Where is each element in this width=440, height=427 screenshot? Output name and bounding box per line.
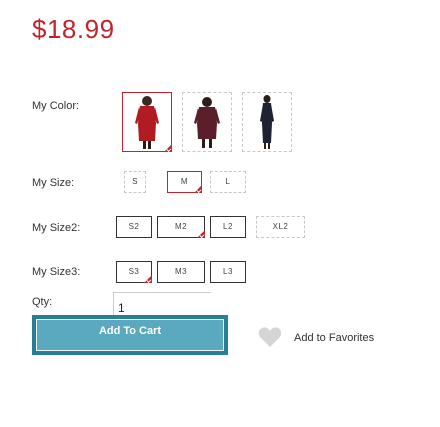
selected-check-icon xyxy=(194,185,202,193)
add-to-cart-button[interactable]: Add To Cart xyxy=(36,319,224,351)
product-price: $18.99 xyxy=(32,14,115,44)
selected-check-icon xyxy=(197,230,205,238)
size3-option-s3[interactable]: S3 xyxy=(116,261,152,283)
selected-check-icon xyxy=(164,144,172,152)
size3-option-l3[interactable]: L3 xyxy=(210,261,246,283)
navy-dress-image xyxy=(260,95,274,149)
add-to-favorites-link[interactable]: Add to Favorites xyxy=(294,332,374,344)
qty-label: Qty: xyxy=(32,296,53,308)
color-swatch-navy[interactable] xyxy=(242,92,292,152)
size2-option-s2[interactable]: S2 xyxy=(116,216,152,238)
size2-option-l2[interactable]: L2 xyxy=(210,216,246,238)
heart-icon[interactable] xyxy=(258,326,282,348)
color-swatch-maroon[interactable] xyxy=(182,92,232,152)
size2-label: My Size2: xyxy=(32,222,81,234)
size-option-l[interactable]: L xyxy=(210,171,246,193)
size-option-s[interactable]: S xyxy=(124,171,146,193)
add-to-cart-frame: Add To Cart xyxy=(32,315,228,355)
size3-option-m3[interactable]: M3 xyxy=(157,261,205,283)
size-option-m[interactable]: M xyxy=(167,171,202,193)
size3-option-s3-label: S3 xyxy=(128,267,140,276)
color-swatch-red[interactable] xyxy=(122,92,172,152)
size2-option-xl2[interactable]: XL2 xyxy=(256,216,305,238)
size2-option-m2[interactable]: M2 xyxy=(157,216,205,238)
size-option-m-label: M xyxy=(180,177,189,186)
size2-option-m2-label: M2 xyxy=(174,222,188,231)
selected-check-icon xyxy=(144,275,152,283)
color-label: My Color: xyxy=(32,100,80,112)
size-label: My Size: xyxy=(32,177,75,189)
red-dress-image xyxy=(123,93,171,151)
maroon-dress-image xyxy=(194,97,220,148)
size3-label: My Size3: xyxy=(32,266,81,278)
